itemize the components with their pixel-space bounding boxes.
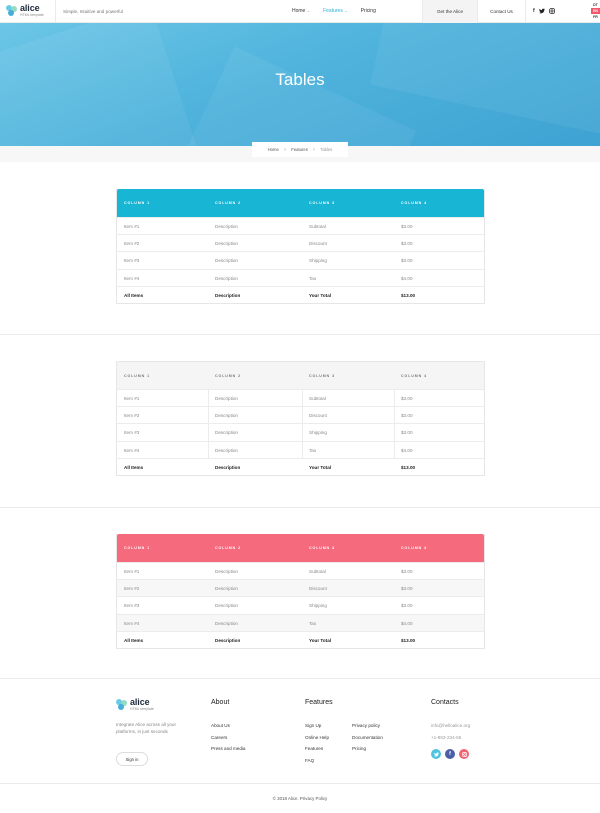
table-cyan: COLUMN 1 COLUMN 2 COLUMN 3 COLUMN 4 Item… (116, 189, 485, 304)
main-nav: Home ⌄ Features ⌄ Pricing (292, 8, 376, 14)
features-links-b: Privacy policy Documentation Pricing (352, 720, 383, 755)
footer-link[interactable]: Features (305, 743, 329, 755)
column-header: COLUMN 3 (309, 546, 335, 550)
column-header: COLUMN 3 (309, 201, 335, 205)
table-gray: COLUMN 1 COLUMN 2 COLUMN 3 COLUMN 4 Item… (116, 361, 485, 476)
nav-home[interactable]: Home ⌄ (292, 8, 310, 14)
table-row: Item #4 Description Tax $4.00 (117, 268, 484, 286)
table-red: COLUMN 1 COLUMN 2 COLUMN 3 COLUMN 4 Item… (116, 534, 485, 649)
footer-link[interactable]: Pricing (352, 743, 383, 755)
table-total-row: All Items Description Your Total $13.00 (117, 285, 484, 303)
table-row: Item #3 Description Shipping $3.00 (117, 251, 484, 268)
get-alice-button[interactable]: Get the Alice (422, 0, 478, 23)
instagram-icon[interactable] (548, 8, 555, 16)
footer-description: Integrate Alice across all your platform… (116, 722, 177, 734)
hero-banner: Tables (0, 23, 600, 146)
logo-icon (6, 5, 17, 17)
features-title: Features (305, 699, 333, 706)
column-header: COLUMN 1 (124, 201, 150, 205)
footer-logo[interactable]: alice HTML template (116, 698, 154, 712)
column-header: COLUMN 3 (309, 374, 335, 378)
lang-fr[interactable]: FR (591, 14, 600, 20)
site-footer: alice HTML template Integrate Alice acro… (0, 678, 600, 813)
signin-button[interactable]: Sign in (116, 752, 148, 766)
table-total-row: All Items Description Your Total $13.00 (117, 457, 484, 475)
contact-info: info@helloalice.org +1-853-234-65 (431, 720, 470, 743)
footer-divider (0, 783, 600, 784)
breadcrumb-separator: > (312, 147, 316, 152)
features-links-a: Sign Up Online Help Features FAQ (305, 720, 329, 766)
footer-logo-name: alice (130, 697, 150, 707)
twitter-icon[interactable] (538, 8, 545, 16)
contact-us-button[interactable]: Contact Us (478, 0, 526, 23)
column-header: COLUMN 4 (401, 201, 427, 205)
column-header: COLUMN 1 (124, 374, 150, 378)
footer-social: f (431, 749, 469, 759)
column-header: COLUMN 2 (215, 201, 241, 205)
table-total-row: All Items Description Your Total $13.00 (117, 630, 484, 648)
logo[interactable]: alice HTML template (6, 4, 44, 18)
breadcrumb-separator: > (283, 147, 287, 152)
nav-pricing[interactable]: Pricing (361, 8, 376, 14)
table-row: Item #3 Description Shipping $3.00 (117, 596, 484, 613)
footer-link[interactable]: About Us (211, 720, 245, 732)
footer-link[interactable]: Sign Up (305, 720, 329, 732)
footer-link[interactable]: Privacy policy (352, 720, 383, 732)
twitter-icon[interactable] (431, 749, 441, 759)
table-row: Item #2 Description Discount $3.00 (117, 406, 484, 424)
column-header: COLUMN 2 (215, 546, 241, 550)
footer-link[interactable]: Documentation (352, 732, 383, 744)
table-header: COLUMN 1 COLUMN 2 COLUMN 3 COLUMN 4 (117, 534, 484, 562)
breadcrumb-home[interactable]: Home (268, 147, 279, 152)
facebook-icon[interactable]: f (533, 8, 535, 16)
breadcrumb-current: Tables (320, 147, 333, 152)
column-header: COLUMN 1 (124, 546, 150, 550)
column-header: COLUMN 4 (401, 546, 427, 550)
table-row: Item #2 Description Discount $3.00 (117, 234, 484, 251)
header-social: f (533, 8, 555, 16)
contact-phone[interactable]: +1-853-234-65 (431, 732, 470, 744)
footer-link[interactable]: Careers (211, 732, 245, 744)
logo-name: alice (20, 3, 40, 13)
footer-link[interactable]: FAQ (305, 755, 329, 767)
about-title: About (211, 699, 230, 706)
footer-link[interactable]: Press and media (211, 743, 245, 755)
contact-email[interactable]: info@helloalice.org (431, 720, 470, 732)
column-header: COLUMN 2 (215, 374, 241, 378)
page-title: Tables (275, 70, 325, 89)
nav-features[interactable]: Features ⌄ (323, 8, 347, 14)
table-header: COLUMN 1 COLUMN 2 COLUMN 3 COLUMN 4 (117, 189, 484, 217)
facebook-icon[interactable]: f (445, 749, 455, 759)
table-header: COLUMN 1 COLUMN 2 COLUMN 3 COLUMN 4 (117, 361, 484, 389)
site-header: alice HTML template Simple, Intuitive an… (0, 0, 600, 23)
breadcrumb-features[interactable]: Features (291, 147, 308, 152)
header-divider (55, 0, 56, 23)
table-row: Item #1 Description Subtotal $3.00 (117, 217, 484, 234)
tagline: Simple, Intuitive and powerful (63, 9, 124, 14)
table-row: Item #4 Description Tax $4.00 (117, 440, 484, 458)
logo-icon (116, 699, 127, 711)
footer-logo-sub: HTML template (130, 707, 154, 711)
copyright: © 2018 Alice. Privacy Policy (272, 796, 328, 801)
instagram-icon[interactable] (459, 749, 469, 759)
table-row: Item #1 Description Subtotal $3.00 (117, 562, 484, 579)
table-row: Item #1 Description Subtotal $3.00 (117, 389, 484, 407)
contacts-title: Contacts (431, 699, 459, 706)
breadcrumb: Home > Features > Tables (252, 142, 348, 157)
section-divider (0, 334, 600, 335)
table-row: Item #4 Description Tax $4.00 (117, 613, 484, 631)
table-row: Item #2 Description Discount $3.00 (117, 579, 484, 597)
footer-link[interactable]: Online Help (305, 732, 329, 744)
about-links: About Us Careers Press and media (211, 720, 245, 755)
logo-sub: HTML template (20, 13, 44, 17)
language-switcher: DT EN FR (591, 2, 600, 20)
table-row: Item #3 Description Shipping $3.00 (117, 423, 484, 441)
column-header: COLUMN 4 (401, 374, 427, 378)
section-divider (0, 507, 600, 508)
